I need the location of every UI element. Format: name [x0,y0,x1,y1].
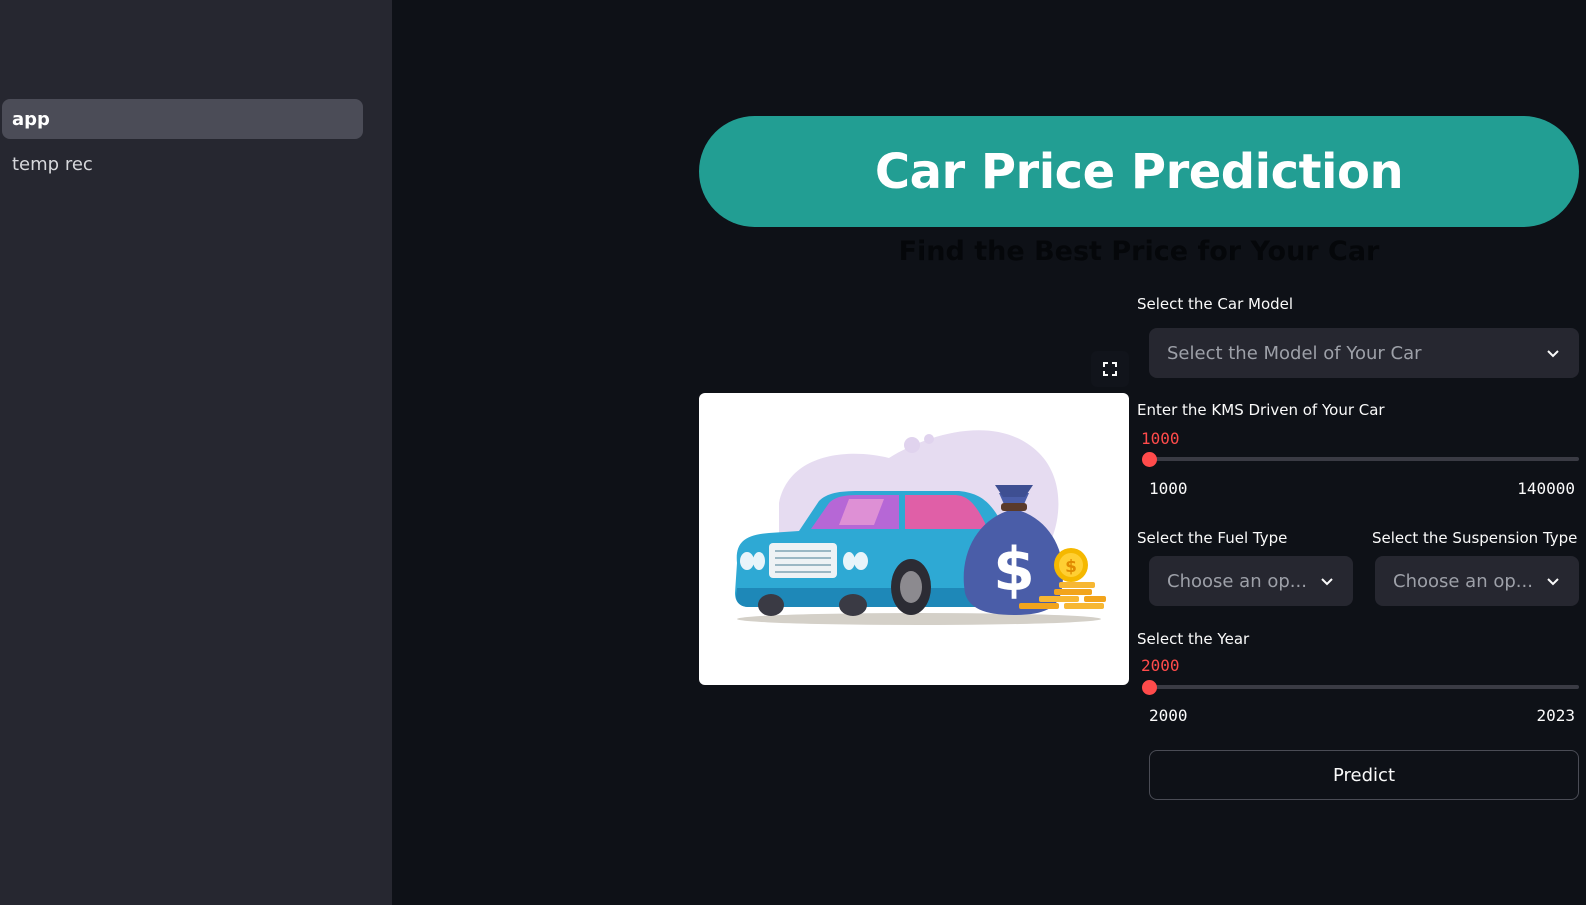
kms-slider-track[interactable] [1149,457,1579,461]
fullscreen-button[interactable] [1091,351,1129,387]
chevron-down-icon [1321,578,1333,586]
suspension-type-placeholder: Choose an op... [1393,570,1533,592]
suspension-type-label: Select the Suspension Type [1372,529,1578,547]
year-slider-thumb[interactable] [1142,680,1157,695]
svg-text:$: $ [1065,557,1077,577]
fuel-type-label: Select the Fuel Type [1137,529,1288,547]
fuel-type-placeholder: Choose an op... [1167,570,1307,592]
year-slider-value: 2000 [1141,656,1180,675]
suspension-type-select[interactable]: Choose an op... [1375,556,1579,606]
fuel-type-select[interactable]: Choose an op... [1149,556,1353,606]
main-content: Car Price Prediction Find the Best Price… [392,0,1586,905]
chevron-down-icon [1547,578,1559,586]
page-subtitle: Find the Best Price for Your Car [898,236,1380,267]
fullscreen-icon [1103,362,1117,376]
kms-slider-min: 1000 [1149,479,1188,498]
car-price-illustration: $ $ [699,393,1129,685]
car-model-label: Select the Car Model [1137,295,1294,313]
sidebar-item-temp-rec[interactable]: temp rec [2,144,363,184]
year-slider-min: 2000 [1149,706,1188,725]
sidebar-item-app[interactable]: app [2,99,363,139]
kms-slider-thumb[interactable] [1142,452,1157,467]
kms-slider-max: 140000 [1517,479,1575,498]
kms-driven-label: Enter the KMS Driven of Your Car [1137,401,1385,419]
predict-button[interactable]: Predict [1149,750,1579,800]
year-slider-track[interactable] [1149,685,1579,689]
chevron-down-icon [1547,350,1559,358]
year-slider-max: 2023 [1536,706,1575,725]
svg-text:$: $ [993,535,1035,605]
car-model-select[interactable]: Select the Model of Your Car [1149,328,1579,378]
car-with-money-bag-illustration: $ $ [735,430,1106,625]
title-banner: Car Price Prediction [699,116,1579,227]
page-title: Car Price Prediction [874,143,1404,200]
sidebar-item-label: temp rec [12,153,93,175]
kms-slider-value: 1000 [1141,429,1180,448]
year-label: Select the Year [1137,630,1250,648]
car-model-placeholder: Select the Model of Your Car [1167,342,1422,364]
sidebar-item-label: app [12,108,50,130]
sidebar: app temp rec [0,0,392,905]
